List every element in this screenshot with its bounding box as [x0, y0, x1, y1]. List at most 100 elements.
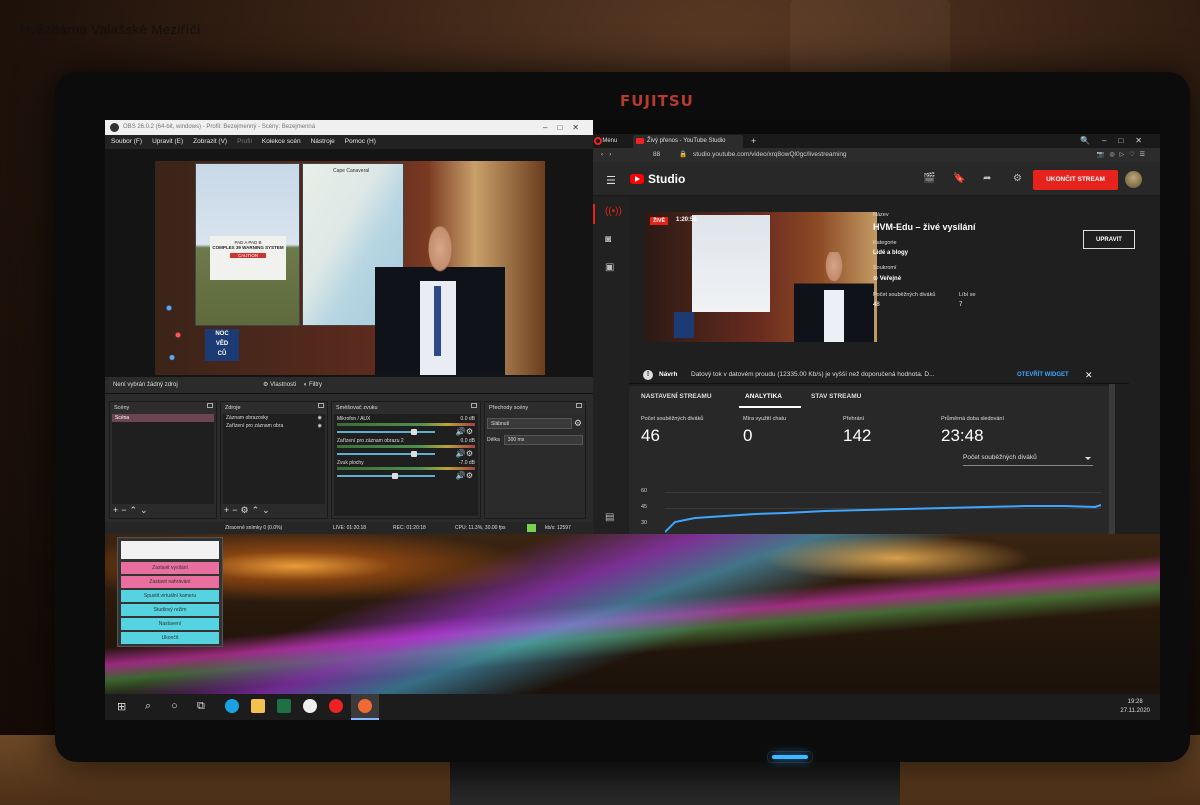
taskbar-clock[interactable]: 19:28 27.11.2020	[1120, 698, 1150, 716]
bookmark-icon[interactable]: 🔖	[953, 173, 965, 184]
yt-studio-header: ☰ Studio 🎬 🔖 ➦ ⚙ UKONČIT STREAM	[593, 162, 1160, 196]
app-icon	[358, 699, 372, 713]
settings-gear-icon[interactable]: ⚙	[1013, 173, 1022, 184]
obs-window-title: OBS 26.0.2 (64-bit, windows) - Profil: B…	[123, 124, 316, 130]
windows-taskbar: ⊞ ⌕ ○ ⧉ 19:28 27.11.2020	[105, 694, 1160, 720]
speaker-gear-icon[interactable]: 🔊⚙	[456, 427, 473, 436]
address-actions[interactable]: 📷◎▷♡☰	[1097, 148, 1150, 162]
volume-slider[interactable]: 🔊⚙	[337, 471, 475, 480]
visibility-eye-icon[interactable]: ◉	[318, 423, 322, 429]
opera-icon[interactable]	[329, 699, 343, 713]
active-app-slot[interactable]	[351, 694, 379, 720]
scene-item[interactable]: Scéna	[112, 414, 214, 422]
hamburger-menu-icon[interactable]: ☰	[606, 174, 616, 187]
properties-button[interactable]: Vlastnosti	[270, 382, 296, 388]
control-popup: Zastavit vysílání Zastavit nahrávání Spu…	[117, 537, 223, 647]
popup-item-exit[interactable]: Ukončit	[121, 632, 219, 644]
globe-icon: ⊙	[873, 276, 879, 282]
suggestion-message: Datový tok v datovém proudu (12335.00 Kb…	[691, 371, 935, 378]
undock-icon[interactable]	[576, 403, 582, 408]
source-item[interactable]: Zařízení pro záznam obra ◉	[223, 422, 325, 430]
stat-views: Přehrání 142	[843, 416, 872, 445]
source-toolbar: Není vybrán žádný zdroj ⚙ Vlastnosti ◐ F…	[105, 377, 593, 394]
avatar[interactable]	[1125, 171, 1142, 188]
menu-scene-collection[interactable]: Kolekce scén	[262, 135, 301, 149]
yt-sidebar: ((•)) ◙ ▣ ▤	[593, 196, 629, 534]
popup-item-studio-mode[interactable]: Studiový režim	[121, 604, 219, 616]
file-explorer-icon[interactable]	[251, 699, 265, 713]
obs-titlebar: OBS 26.0.2 (64-bit, windows) - Profil: B…	[105, 120, 593, 135]
tab-analytics[interactable]: ANALYTIKA	[745, 393, 782, 400]
live-stream-icon[interactable]: ((•))	[605, 206, 622, 217]
end-stream-button[interactable]: UKONČIT STREAM	[1033, 170, 1118, 190]
search-icon[interactable]: ⌕	[145, 700, 151, 713]
stat-chat-rate: Míra využití chatu 0	[743, 416, 787, 445]
mixer-channels: Mikrofon / AUX 0.0 dB 🔊⚙ Zařízení pro záz…	[334, 414, 478, 516]
calendar-icon[interactable]: ▣	[605, 262, 614, 273]
undock-icon[interactable]	[471, 403, 477, 408]
popup-item-stop-stream[interactable]: Zastavit vysílání	[121, 562, 219, 574]
popup-item-settings[interactable]: Nastavení	[121, 618, 219, 630]
christmas-lights	[160, 281, 190, 371]
new-tab-button[interactable]: +	[751, 134, 756, 148]
likes-label: Líbí se	[959, 292, 976, 298]
speaker-gear-icon[interactable]: 🔊⚙	[456, 471, 473, 480]
duration-input[interactable]: 300 ms	[503, 435, 583, 445]
stream-preview[interactable]: ŽIVĚ 1:20:56	[644, 212, 877, 342]
scenes-controls[interactable]: +−⌃⌄	[113, 505, 151, 516]
metric-dropdown[interactable]: Počet souběžných diváků	[963, 452, 1093, 466]
volume-slider[interactable]: 🔊⚙	[337, 449, 475, 458]
obs-icon[interactable]	[303, 699, 317, 713]
volume-slider[interactable]: 🔊⚙	[337, 427, 475, 436]
window-controls[interactable]: 🔍–□✕	[1080, 134, 1154, 148]
browser-tab[interactable]: Živý přenos - YouTube Studio	[633, 135, 743, 148]
mixer-channel: Zařízení pro záznam obrazu 2 0.0 dB 🔊⚙	[337, 438, 475, 458]
speaker-gear-icon[interactable]: 🔊⚙	[456, 449, 473, 458]
popup-item-stop-recording[interactable]: Zastavit nahrávání	[121, 576, 219, 588]
tab-stream-settings[interactable]: NASTAVENÍ STREAMU	[641, 393, 712, 400]
url-field[interactable]: studio.youtube.com/video/xrq8owQl0gc/liv…	[693, 148, 847, 162]
tab-stream-health[interactable]: STAV STREAMU	[811, 393, 861, 400]
share-icon[interactable]: ➦	[983, 173, 991, 184]
menu-file[interactable]: Soubor (F)	[111, 135, 142, 149]
edge-icon[interactable]	[225, 699, 239, 713]
obs-preview[interactable]: PAD A PAD B COMPLEX 39 WARNING SYSTEM CA…	[105, 149, 593, 377]
close-icon[interactable]: ✕	[1085, 366, 1093, 384]
menu-profile[interactable]: Profil	[237, 135, 252, 149]
camera-icon[interactable]: ◙	[605, 234, 611, 245]
menu-edit[interactable]: Upravit (E)	[152, 135, 183, 149]
opera-menu[interactable]: Menu	[594, 134, 617, 148]
undock-icon[interactable]	[207, 403, 213, 408]
windows-start-icon[interactable]: ⊞	[117, 700, 126, 713]
youtube-logo-icon	[630, 174, 644, 184]
cortana-icon[interactable]: ○	[171, 700, 178, 712]
nav-buttons[interactable]: ‹›	[601, 148, 617, 162]
filters-button[interactable]: Filtry	[309, 382, 322, 388]
menu-tools[interactable]: Nástroje	[311, 135, 335, 149]
monitor-brand: FUJITSU	[620, 92, 694, 110]
undock-icon[interactable]	[318, 403, 324, 408]
category-label: Kategorie	[873, 240, 897, 246]
obs-statusbar: Ztracené snímky 0 (0.0%) LIVE: 01:20:18 …	[105, 522, 593, 534]
sources-dock: Zdroje Záznam obrazovky ◉ Zařízení pro zá…	[220, 401, 328, 519]
clapperboard-icon[interactable]: 🎬	[923, 173, 935, 184]
excel-icon[interactable]	[277, 699, 291, 713]
clock-date: 27.11.2020	[1120, 708, 1150, 714]
gear-icon[interactable]: ⚙	[574, 418, 582, 429]
menu-view[interactable]: Zobrazit (V)	[193, 135, 227, 149]
menu-help[interactable]: Pomoc (H)	[345, 135, 376, 149]
transition-select[interactable]: Slábnutí	[487, 418, 572, 429]
sources-controls[interactable]: +−⚙⌃⌄	[224, 505, 273, 516]
task-view-icon[interactable]: ⧉	[197, 700, 205, 713]
category-value: Lidé a blogy	[873, 250, 909, 256]
studio-label: Studio	[648, 172, 686, 186]
rec-timer: REC: 01:20:18	[393, 525, 426, 531]
open-widget-link[interactable]: OTEVŘÍT WIDGET	[1017, 366, 1069, 384]
transitions-title: Přechody scény	[489, 405, 529, 411]
visibility-eye-icon[interactable]: ◉	[318, 415, 322, 421]
window-controls[interactable]: –□✕	[543, 120, 589, 135]
popup-item-virtual-camera[interactable]: Spustit virtuální kameru	[121, 590, 219, 602]
feedback-icon[interactable]: ▤	[605, 512, 614, 523]
source-item[interactable]: Záznam obrazovky ◉	[223, 414, 325, 422]
edit-button[interactable]: UPRAVIT	[1083, 230, 1135, 249]
